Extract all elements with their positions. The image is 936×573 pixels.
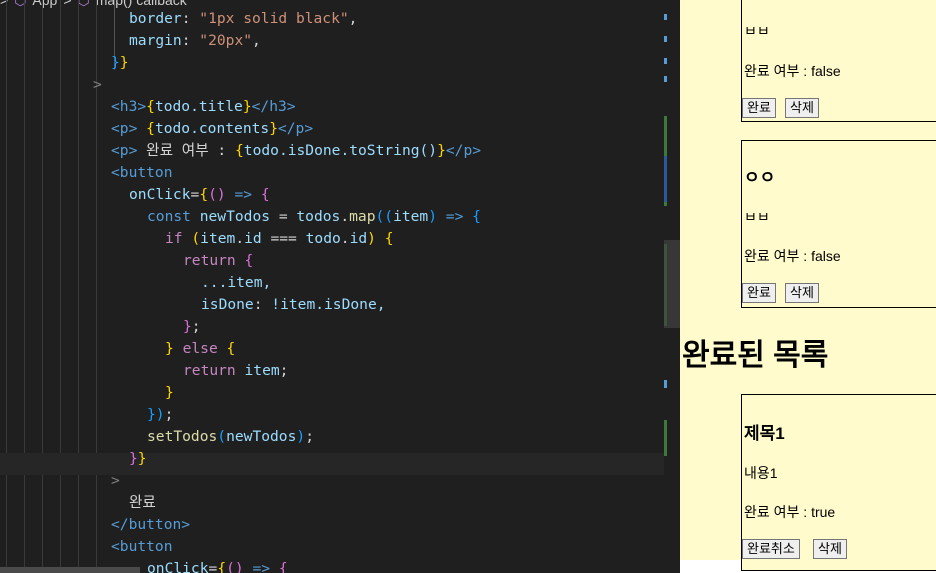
code-line: }} [129,450,147,467]
app-preview: ㅂㅂ 완료 여부 : false 완료 삭제 ㅇㅇ ㅂㅂ 완료 여부 : fal… [680,0,936,573]
code-line: }} [111,54,129,71]
code-line: onClick={() => { [147,560,288,573]
scrollbar-thumb[interactable] [664,240,680,328]
overview-marker [664,380,667,388]
code-line: margin: "20px", [129,32,261,49]
code-line: } [165,384,174,401]
code-line: </button> [111,516,191,533]
todo-card: ㅂㅂ 완료 여부 : false 완료 삭제 [741,0,936,122]
code-line: if (item.id === todo.id) { [165,230,394,247]
overview-marker [664,14,667,20]
done-section-title: 완료된 목록 [682,339,829,372]
delete-button[interactable]: 삭제 [785,98,819,118]
breadcrumb-callback[interactable]: map() callback [96,0,187,8]
delete-button[interactable]: 삭제 [813,539,847,559]
overview-marker [664,420,667,456]
breadcrumb: > ⬡ App > ⬡ map() callback [0,0,680,8]
todo-contents: ㅂㅂ [744,209,770,225]
breadcrumb-separator: > [63,0,72,8]
code-line: <h3>{todo.title}</h3> [111,98,296,115]
code-line: return item; [183,362,289,379]
code-line: } else { [165,340,236,357]
overview-marker [664,36,667,42]
editor-scrollbar[interactable] [664,0,680,573]
todo-card: ㅇㅇ ㅂㅂ 완료 여부 : false 완료 삭제 [741,140,936,308]
code-line: ...item, [201,274,272,291]
code-line: onClick={() => { [129,186,270,203]
todo-contents: ㅂㅂ [744,23,770,39]
breadcrumb-app[interactable]: App [32,0,57,8]
overview-marker [664,58,667,64]
overview-marker [664,76,667,82]
done-button[interactable]: 완료 [742,283,776,303]
todo-status: 완료 여부 : true [744,504,836,520]
todo-status: 완료 여부 : false [744,63,841,79]
code-line: }); [147,406,174,423]
todo-contents: 내용1 [744,465,778,481]
code-line: <p> {todo.contents}</p> [111,120,314,137]
code-line: return { [183,252,254,269]
todo-title: ㅇㅇ [744,168,776,187]
overview-marker [664,156,667,202]
todo-status: 완료 여부 : false [744,248,841,264]
code-line: const newTodos = todos.map((item) => { [147,208,481,225]
code-line: }; [183,318,201,335]
code-line: > [111,472,120,489]
code-line: > [93,76,102,93]
horizontal-scrollbar[interactable] [0,567,140,573]
todo-card: 제목1 내용1 완료 여부 : true 완료취소 삭제 [741,394,936,571]
code-line: 완료 [129,494,156,511]
current-line-highlight [0,453,680,475]
code-line: setTodos(newTodos); [147,428,314,445]
code-line: isDone: !item.isDone, [201,296,386,313]
delete-button[interactable]: 삭제 [785,283,819,303]
code-line: border: "1px solid black", [129,10,358,27]
todo-title: 제목1 [744,424,785,443]
code-editor[interactable]: > ⬡ App > ⬡ map() callback border: "1px solid… [0,0,680,573]
code-line: <button [111,164,173,181]
code-line: <button [111,538,173,555]
done-button[interactable]: 완료 [742,98,776,118]
code-line: <p> 완료 여부 : {todo.isDone.toString()}</p> [111,142,482,159]
react-component-icon: ⬡ [77,0,90,8]
undo-button[interactable]: 완료취소 [742,539,800,559]
